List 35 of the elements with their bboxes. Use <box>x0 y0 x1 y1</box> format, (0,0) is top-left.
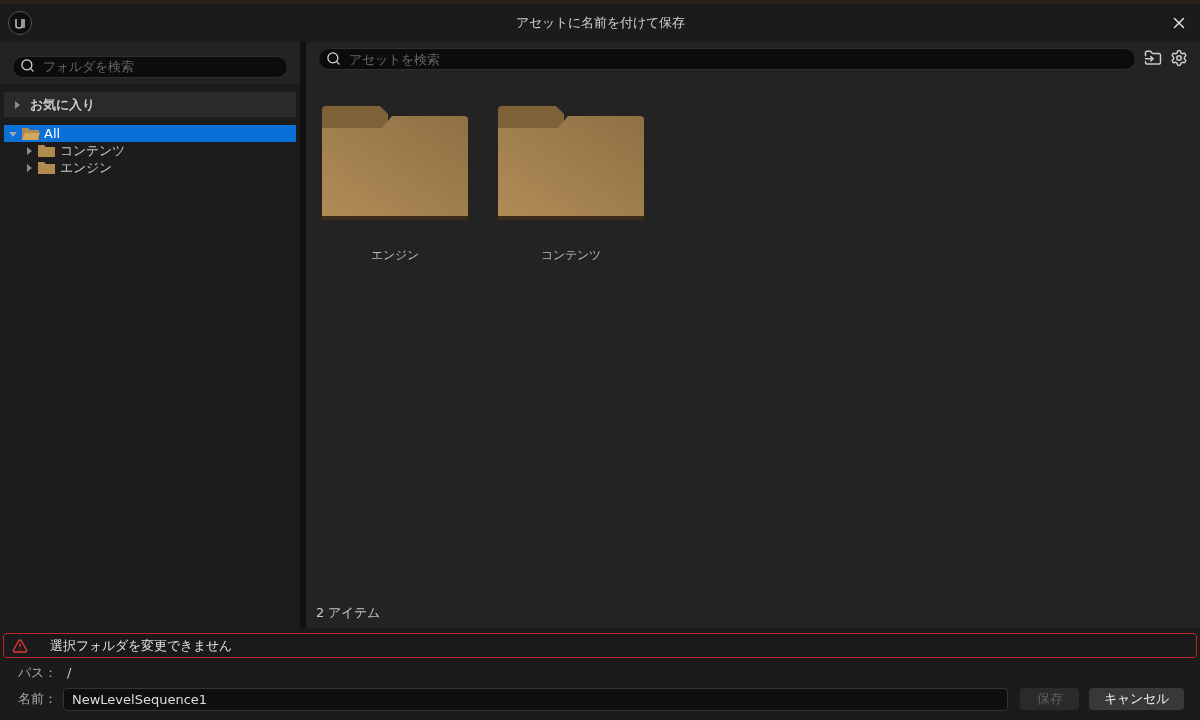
item-count: 2 アイテム <box>316 603 382 622</box>
path-value: / <box>67 664 72 683</box>
tree-item-label: エンジン <box>60 158 112 177</box>
folder-icon[interactable] <box>1144 48 1162 67</box>
open-folder-icon <box>22 126 40 141</box>
tree-item[interactable]: コンテンツ <box>20 142 296 159</box>
tree-item-label: All <box>44 124 61 143</box>
search-icon <box>20 58 35 73</box>
asset-search-field[interactable]: アセットを検索 <box>318 48 1136 70</box>
name-field[interactable]: NewLevelSequence1 <box>63 687 1008 711</box>
cancel-button[interactable]: キャンセル <box>1089 688 1184 710</box>
favorites-header[interactable]: お気に入り <box>4 92 296 117</box>
folder-search-field[interactable]: フォルダを検索 <box>12 55 288 78</box>
folder-icon <box>496 104 646 222</box>
folder-icon <box>38 160 56 175</box>
folder-tile[interactable]: エンジン <box>320 104 470 264</box>
collapsed-caret-icon[interactable] <box>12 99 22 110</box>
favorites-label: お気に入り <box>30 95 95 114</box>
app-logo-icon <box>8 11 32 35</box>
tree-item-label: コンテンツ <box>60 141 125 160</box>
warning-icon <box>12 637 28 654</box>
settings-icon[interactable] <box>1170 48 1188 67</box>
tree-item[interactable]: エンジン <box>20 159 296 176</box>
path-label: パス： <box>18 664 57 683</box>
collapsed-caret-icon[interactable] <box>24 162 34 173</box>
name-label: 名前： <box>18 690 57 709</box>
error-message: 選択フォルダを変更できません <box>50 636 232 655</box>
folder-tile[interactable]: コンテンツ <box>496 104 646 264</box>
search-icon <box>326 50 341 66</box>
folder-icon <box>320 104 470 222</box>
tree-item[interactable]: All <box>4 125 296 142</box>
window-title: アセットに名前を付けて保存 <box>515 14 685 33</box>
collapsed-caret-icon[interactable] <box>24 145 34 156</box>
folder-label: エンジン <box>371 247 419 264</box>
folder-label: コンテンツ <box>541 247 601 264</box>
